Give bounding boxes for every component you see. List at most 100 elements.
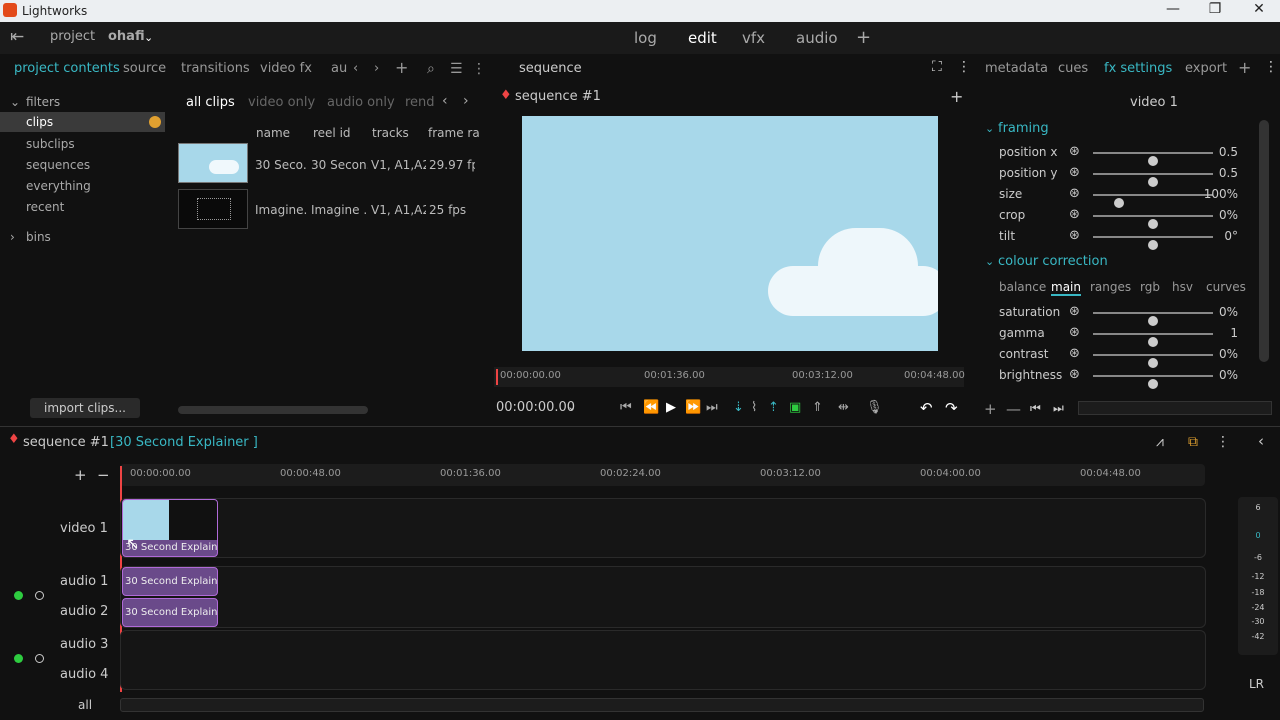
tab-transitions[interactable]: transitions — [181, 61, 250, 76]
track-label-audio-1[interactable]: audio 1 — [60, 574, 108, 589]
slider-value[interactable]: 0.5 — [1219, 145, 1238, 159]
track-label-video-1[interactable]: video 1 — [60, 521, 108, 536]
sidebar-item-everything[interactable]: everything — [26, 179, 91, 193]
keyframe-icon[interactable]: ⊛ — [1069, 186, 1080, 201]
slider-track[interactable] — [1093, 354, 1213, 368]
exit-icon[interactable]: ⇤ — [10, 27, 24, 47]
tab-cues[interactable]: cues — [1058, 61, 1088, 76]
filters-chevron-icon[interactable]: ⌄ — [10, 95, 20, 109]
go-to-end-icon[interactable]: ⏭ — [706, 400, 718, 415]
track-video-1[interactable] — [120, 498, 1206, 558]
slider-knob[interactable] — [1148, 379, 1158, 389]
clip-thumbnail[interactable] — [178, 143, 248, 183]
tab-all-clips[interactable]: all clips — [186, 95, 235, 110]
audio-enable-icon[interactable] — [14, 591, 23, 600]
mark-in-icon[interactable]: ⇣ — [733, 400, 744, 415]
slider-knob[interactable] — [1148, 240, 1158, 250]
slider-value[interactable]: 0% — [1219, 305, 1238, 319]
previous-keyframe-icon[interactable]: ⏮ — [1030, 401, 1041, 416]
fx.colour-row[interactable]: gamma ⊛ 1 — [985, 324, 1250, 347]
tab-video-only[interactable]: video only — [248, 95, 315, 110]
menu-audio[interactable]: audio — [796, 29, 838, 47]
fx.framing-row[interactable]: size ⊛ 100% — [985, 185, 1250, 208]
fx.framing-row[interactable]: crop ⊛ 0% — [985, 206, 1250, 229]
playhead[interactable] — [496, 369, 498, 385]
menu-log[interactable]: log — [634, 29, 657, 47]
play-icon[interactable]: ▶ — [666, 400, 676, 415]
framing-chevron-icon[interactable]: ⌄ — [985, 122, 994, 135]
column-header-frame-rate[interactable]: frame ra — [428, 126, 480, 140]
project-name[interactable]: ohafi — [108, 29, 145, 44]
column-header-name[interactable]: name — [256, 126, 290, 140]
tab-curves[interactable]: curves — [1206, 280, 1246, 294]
tab-project-contents[interactable]: project contents — [14, 61, 120, 76]
tab-hsv[interactable]: hsv — [1172, 280, 1193, 294]
keyframe-icon[interactable]: ⊛ — [1069, 207, 1080, 222]
add-keyframe-icon[interactable]: + — [984, 400, 997, 418]
microphone-icon[interactable]: 🎙 — [866, 400, 883, 415]
bins-chevron-icon[interactable]: › — [10, 230, 15, 244]
table-cell[interactable]: V1, A1,A2 — [371, 158, 426, 172]
tab-source[interactable]: source — [123, 61, 166, 76]
tab-audio-only[interactable]: audio only — [327, 95, 395, 110]
maximize-icon[interactable]: ❐ — [1200, 1, 1230, 21]
slider-value[interactable]: 0% — [1219, 347, 1238, 361]
timeline-clip-audio-2[interactable]: 30 Second Explaine — [122, 598, 218, 627]
tab-metadata[interactable]: metadata — [985, 61, 1048, 76]
keyframe-icon[interactable]: ⊛ — [1069, 367, 1080, 382]
step-back-icon[interactable]: ⏪ — [643, 400, 659, 415]
more-icon[interactable]: ⋮ — [957, 59, 971, 75]
fx.colour-row[interactable]: saturation ⊛ 0% — [985, 303, 1250, 326]
chevron-left-icon[interactable]: ‹ — [353, 61, 358, 76]
column-header-tracks[interactable]: tracks — [372, 126, 409, 140]
menu-edit[interactable]: edit — [688, 29, 717, 47]
column-header-reel-id[interactable]: reel id — [313, 126, 351, 140]
tab-video-fx[interactable]: video fx — [260, 61, 312, 76]
mark-out-icon[interactable]: ⇡ — [768, 400, 779, 415]
table-cell[interactable]: 25 fps — [429, 203, 475, 217]
sidebar-item-sequences[interactable]: sequences — [26, 158, 90, 172]
viewer-timebar[interactable]: 00:00:00.00 00:01:36.00 00:03:12.00 00:0… — [494, 367, 965, 387]
chevron-right-icon[interactable]: › — [463, 93, 469, 109]
chevron-down-icon[interactable]: ⌄ — [567, 400, 576, 413]
track-audio-3-4[interactable] — [120, 630, 1206, 690]
slider-value[interactable]: 100% — [1204, 187, 1238, 201]
colour-chevron-icon[interactable]: ⌄ — [985, 255, 994, 268]
redo-icon[interactable]: ↷ — [945, 399, 958, 417]
add-icon[interactable]: + — [395, 58, 408, 77]
audio-solo-icon[interactable] — [35, 654, 44, 663]
fx.colour-row[interactable]: contrast ⊛ 0% — [985, 345, 1250, 368]
zoom-out-icon[interactable]: − — [97, 466, 110, 484]
menu-vfx[interactable]: vfx — [742, 29, 765, 47]
slider-track[interactable] — [1093, 375, 1213, 389]
keyframe-icon[interactable]: ⊛ — [1069, 346, 1080, 361]
undo-icon[interactable]: ↶ — [920, 399, 933, 417]
slider-value[interactable]: 1 — [1230, 326, 1238, 340]
tab-audio-fx[interactable]: au — [331, 61, 347, 76]
slider-track[interactable] — [1093, 333, 1213, 347]
add-icon[interactable]: + — [1238, 58, 1251, 77]
slider-track[interactable] — [1093, 236, 1213, 250]
track-label-audio-4[interactable]: audio 4 — [60, 667, 108, 682]
table-cell[interactable]: Imagine ... — [311, 203, 368, 217]
more-icon[interactable]: ⋮ — [1216, 434, 1230, 450]
slider-value[interactable]: 0% — [1219, 368, 1238, 382]
audio-solo-icon[interactable] — [35, 591, 44, 600]
slider-value[interactable]: 0.5 — [1219, 166, 1238, 180]
fullscreen-icon[interactable]: ⛶ — [932, 59, 942, 75]
keyframe-timeline[interactable] — [1078, 401, 1272, 415]
search-icon[interactable]: ⌕ — [427, 61, 435, 77]
clear-marks-icon[interactable]: ⌇ — [751, 400, 757, 415]
split-icon[interactable]: ⇹ — [838, 400, 849, 415]
lift-icon[interactable]: ⇑ — [812, 400, 823, 415]
fx.framing-row[interactable]: tilt ⊛ 0° — [985, 227, 1250, 250]
framing-title[interactable]: framing — [998, 121, 1049, 136]
timeline-clip-audio-1[interactable]: 30 Second Explaine — [122, 567, 218, 596]
slider-track[interactable] — [1093, 215, 1213, 229]
tab-fx-settings[interactable]: fx settings — [1104, 61, 1172, 76]
zoom-in-icon[interactable]: + — [74, 466, 87, 484]
slider-track[interactable] — [1093, 312, 1213, 326]
add-icon[interactable]: + — [950, 87, 963, 106]
table-cell[interactable]: 29.97 fps — [429, 158, 475, 172]
filters-label[interactable]: filters — [26, 95, 60, 109]
